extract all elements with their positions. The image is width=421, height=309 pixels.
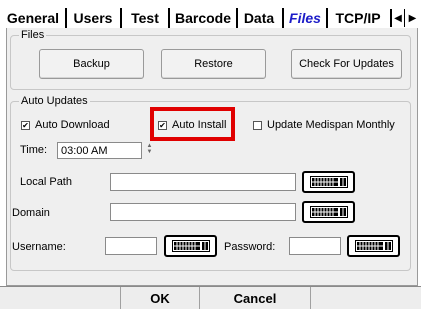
- tab-test[interactable]: Test: [124, 8, 166, 28]
- arrow-left-icon[interactable]: ◀: [390, 9, 405, 27]
- backup-button[interactable]: Backup: [39, 49, 144, 79]
- update-medispan-checkbox[interactable]: Update Medispan Monthly: [253, 118, 395, 132]
- password-label: Password:: [224, 241, 276, 253]
- bottom-separator: [310, 287, 311, 309]
- keyboard-icon: [309, 206, 348, 218]
- local-path-keyboard-button[interactable]: [302, 171, 355, 193]
- local-path-input[interactable]: [110, 173, 296, 191]
- ok-button[interactable]: OK: [121, 287, 199, 309]
- tab-separator: [282, 8, 284, 28]
- password-keyboard-button[interactable]: [347, 235, 400, 257]
- tab-barcode[interactable]: Barcode: [171, 8, 235, 28]
- auto-updates-group-label: Auto Updates: [19, 94, 90, 108]
- checkbox-unchecked-icon: [253, 120, 262, 130]
- auto-install-highlight: [150, 107, 235, 141]
- tab-data[interactable]: Data: [239, 8, 279, 28]
- username-input[interactable]: [105, 237, 157, 255]
- local-path-label: Local Path: [20, 176, 72, 188]
- username-label: Username:: [12, 241, 66, 253]
- restore-button[interactable]: Restore: [161, 49, 266, 79]
- check-for-updates-button[interactable]: Check For Updates: [291, 49, 402, 79]
- tab-general[interactable]: General: [2, 8, 64, 28]
- time-label: Time:: [20, 144, 48, 156]
- keyboard-icon: [171, 240, 210, 252]
- domain-input[interactable]: [110, 203, 296, 221]
- auto-download-label: Auto Download: [35, 119, 110, 131]
- tab-separator: [168, 8, 170, 28]
- time-field[interactable]: 03:00 AM: [57, 142, 142, 159]
- checkbox-checked-icon: ✔: [21, 120, 30, 130]
- cancel-button[interactable]: Cancel: [200, 287, 310, 309]
- password-input[interactable]: [289, 237, 341, 255]
- keyboard-icon: [354, 240, 393, 252]
- files-group: Files Backup Restore Check For Updates: [10, 28, 411, 90]
- tab-scroll-arrows: ◀ ▶: [390, 9, 421, 27]
- tab-tcpip[interactable]: TCP/IP: [328, 8, 388, 28]
- keyboard-icon: [309, 176, 348, 188]
- files-panel: Files Backup Restore Check For Updates A…: [6, 28, 418, 286]
- tab-separator: [120, 8, 122, 28]
- auto-download-checkbox[interactable]: ✔ Auto Download: [21, 118, 110, 132]
- tab-separator: [65, 8, 67, 28]
- time-spinner-icon[interactable]: ▲ ▼: [145, 143, 154, 157]
- tab-files[interactable]: Files: [286, 8, 324, 28]
- update-medispan-label: Update Medispan Monthly: [267, 119, 395, 131]
- files-group-label: Files: [19, 28, 47, 42]
- tab-users[interactable]: Users: [68, 8, 118, 28]
- arrow-right-icon[interactable]: ▶: [405, 9, 420, 27]
- bottom-button-bar: OK Cancel: [0, 286, 421, 309]
- domain-label: Domain: [12, 207, 50, 219]
- username-keyboard-button[interactable]: [164, 235, 217, 257]
- tab-separator: [236, 8, 238, 28]
- tab-bar: General Users Test Barcode Data Files TC…: [0, 0, 421, 28]
- domain-keyboard-button[interactable]: [302, 201, 355, 223]
